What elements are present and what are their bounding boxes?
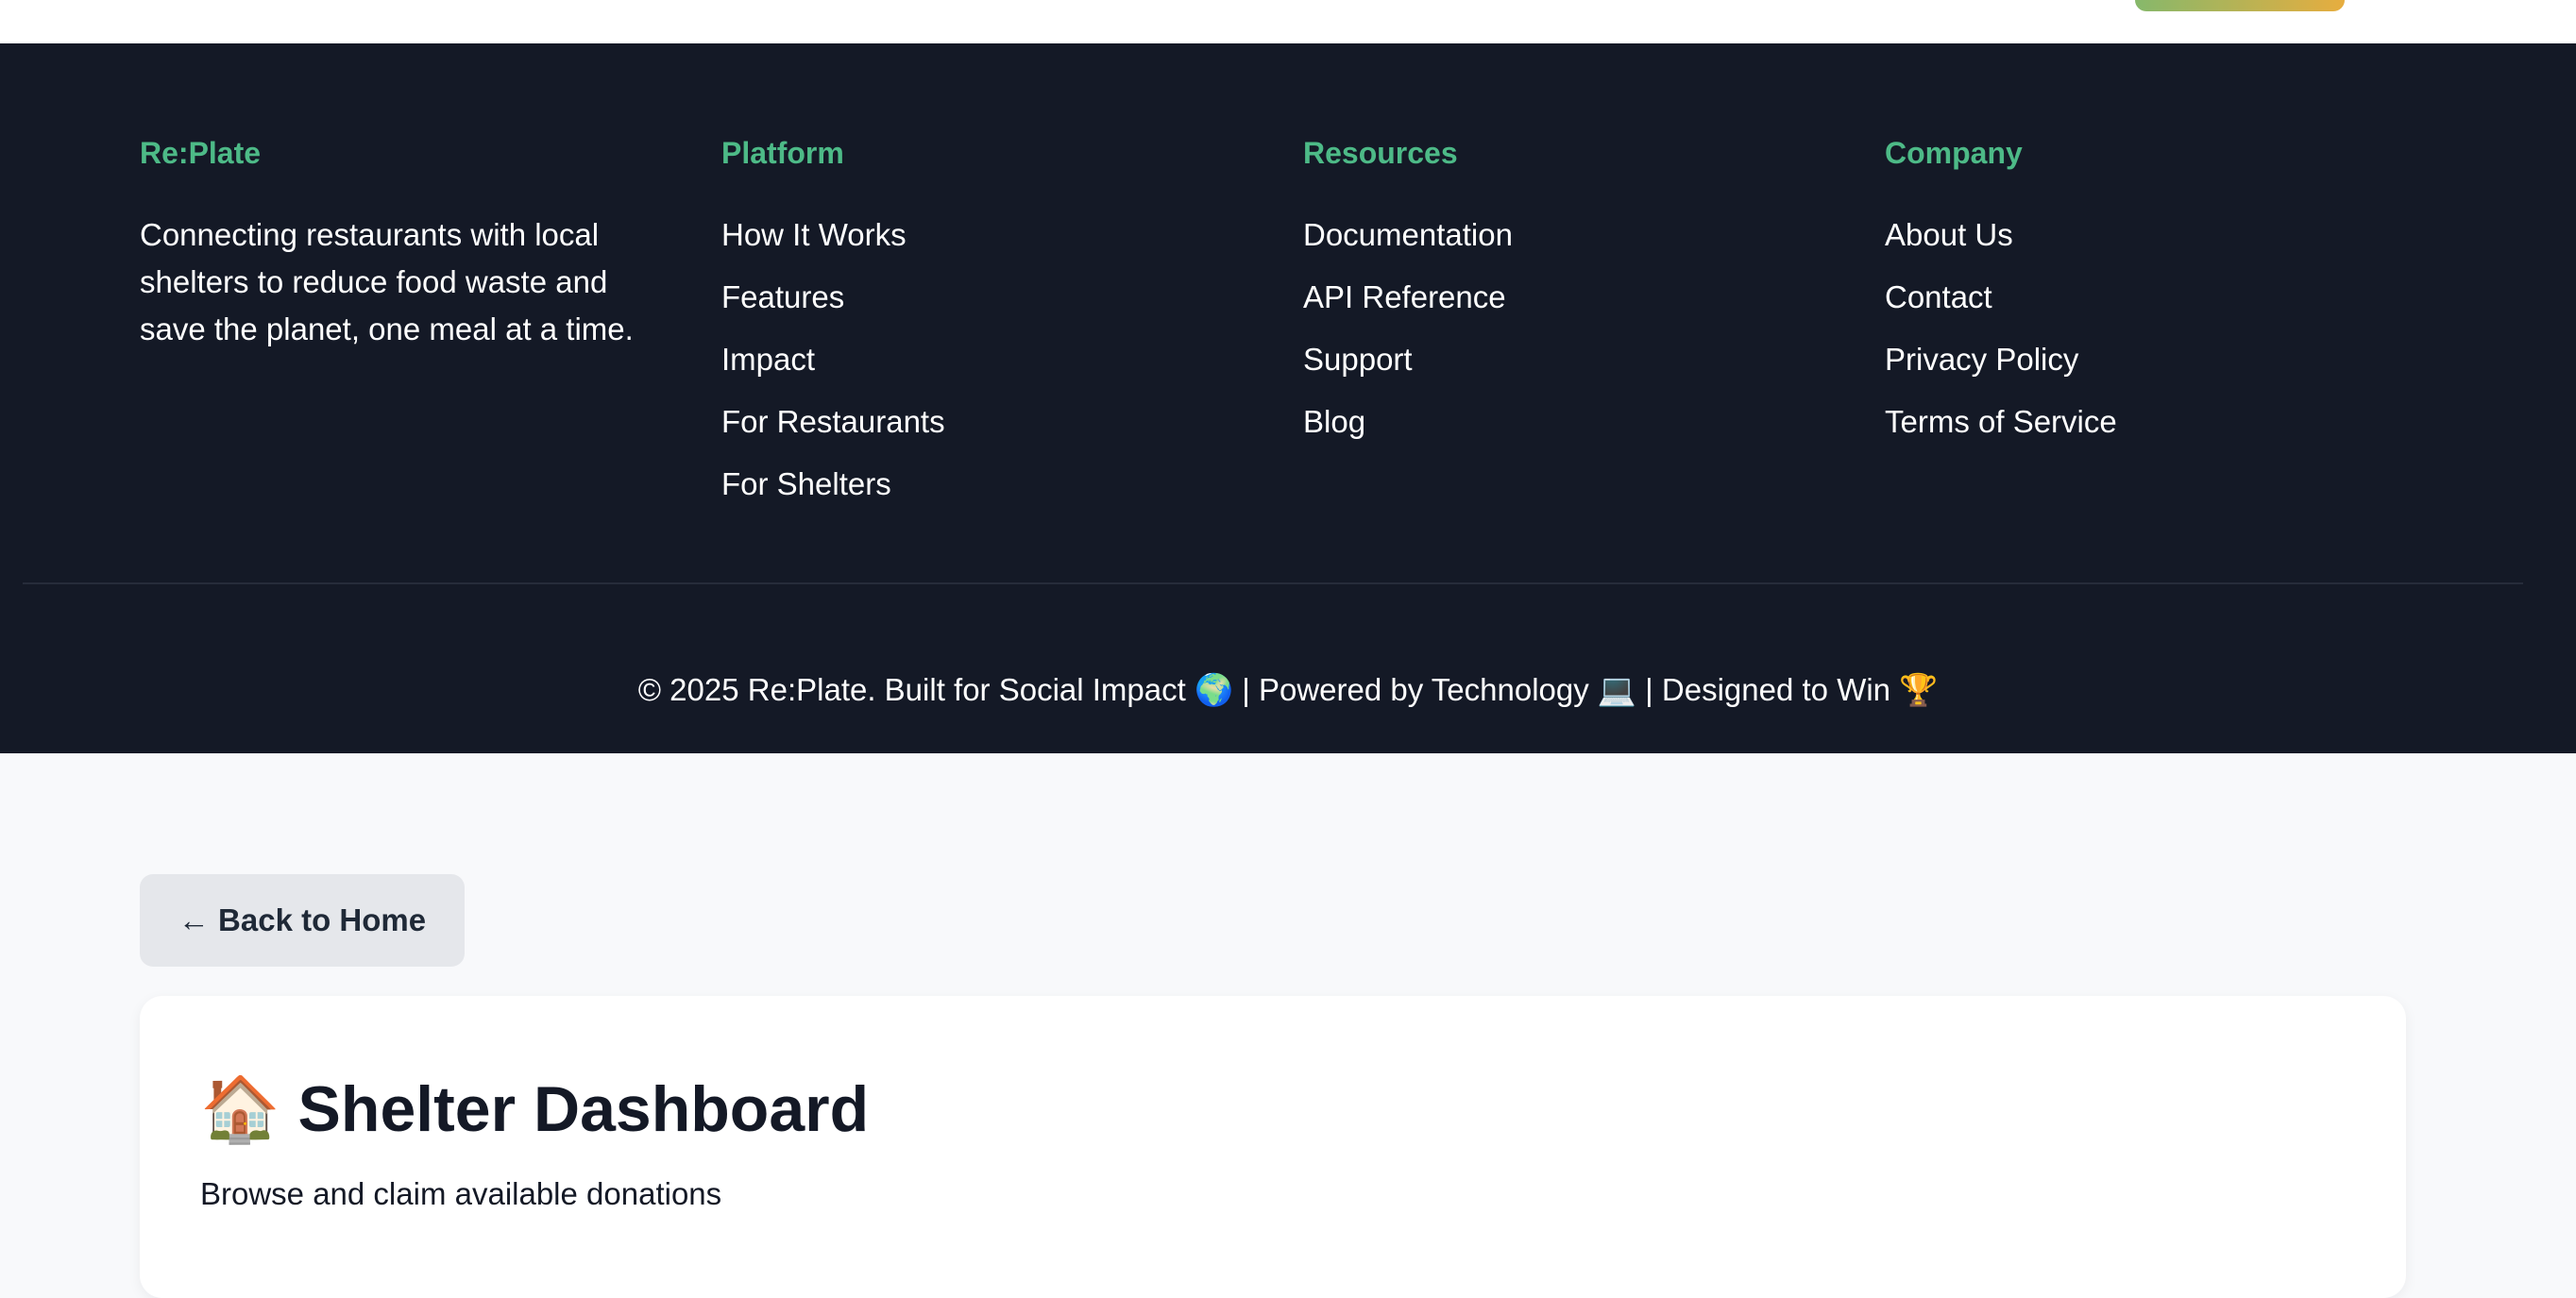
footer-link-blog[interactable]: Blog <box>1303 398 1513 461</box>
footer-copyright: © 2025 Re:Plate. Built for Social Impact… <box>637 672 1939 707</box>
footer-link-terms-of-service[interactable]: Terms of Service <box>1885 398 2117 461</box>
page-title: 🏠 Shelter Dashboard <box>200 1073 870 1145</box>
footer-company-heading: Company <box>1885 136 2023 170</box>
site-footer: Re:Plate Connecting restaurants with loc… <box>0 43 2576 753</box>
shelter-dashboard-card: 🏠 Shelter Dashboard Browse and claim ava… <box>140 996 2406 1298</box>
back-to-home-button[interactable]: ← Back to Home <box>140 874 465 967</box>
footer-resources-links: Documentation API Reference Support Blog <box>1303 211 1513 461</box>
footer-link-api-reference[interactable]: API Reference <box>1303 274 1513 336</box>
footer-link-contact[interactable]: Contact <box>1885 274 2117 336</box>
footer-platform-links: How It Works Features Impact For Restaur… <box>721 211 945 523</box>
footer-link-privacy-policy[interactable]: Privacy Policy <box>1885 336 2117 398</box>
page-subtitle: Browse and claim available donations <box>200 1176 722 1211</box>
footer-divider <box>23 582 2523 584</box>
footer-link-how-it-works[interactable]: How It Works <box>721 211 945 274</box>
footer-link-support[interactable]: Support <box>1303 336 1513 398</box>
footer-resources-heading: Resources <box>1303 136 1458 170</box>
footer-link-about-us[interactable]: About Us <box>1885 211 2117 274</box>
footer-link-for-restaurants[interactable]: For Restaurants <box>721 398 945 461</box>
footer-link-for-shelters[interactable]: For Shelters <box>721 461 945 523</box>
footer-link-documentation[interactable]: Documentation <box>1303 211 1513 274</box>
footer-link-impact[interactable]: Impact <box>721 336 945 398</box>
footer-brand-name: Re:Plate <box>140 136 262 170</box>
footer-link-features[interactable]: Features <box>721 274 945 336</box>
footer-company-links: About Us Contact Privacy Policy Terms of… <box>1885 211 2117 461</box>
footer-brand-description: Connecting restaurants with local shelte… <box>140 217 634 346</box>
top-nav-strip <box>0 0 2576 43</box>
footer-platform-heading: Platform <box>721 136 844 170</box>
nav-cta-button[interactable] <box>2135 0 2345 11</box>
